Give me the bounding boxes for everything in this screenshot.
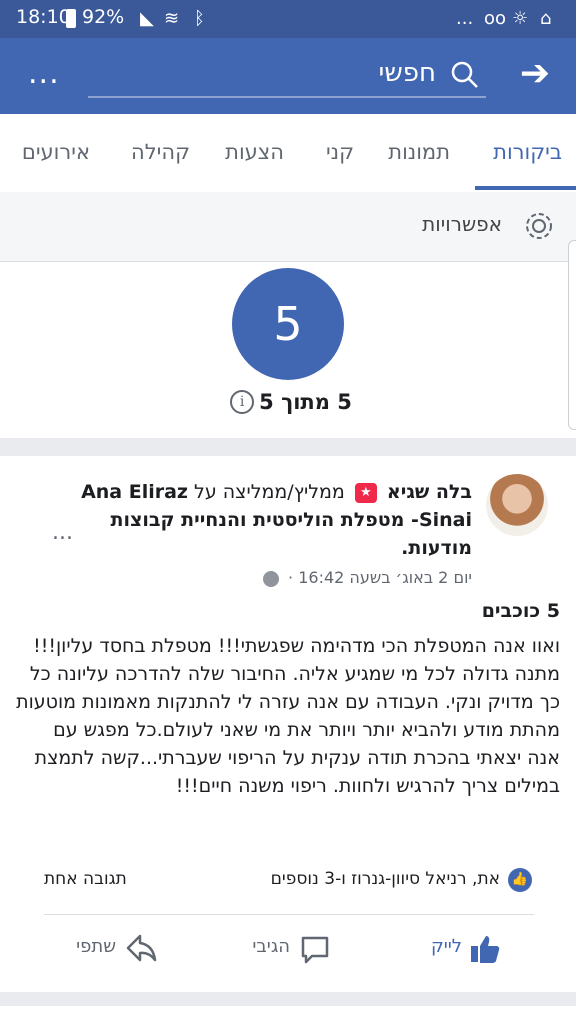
comments-count[interactable]: תגובה אחת [44,869,127,889]
review-text: ואוו אנה המטפלת הכי מדהימה שפגשתי!!! מטפ… [16,635,560,797]
bluetooth-icon: ᛒ [194,8,205,29]
reactions-row[interactable]: 👍 את, רניאל סיוון-גנרוז ו-3 נוספים תגובה… [0,866,576,906]
signal-icon: ◣ [140,8,154,29]
rating-text: 5 מתוך 5 [259,390,352,414]
tab-offers[interactable]: הצעות [225,140,284,164]
status-bar: 18:10 92% ◣ ≋ ᛒ ... oo ☼ ⌂ [0,0,576,38]
back-arrow-icon[interactable]: ➔ [520,56,550,92]
gear-icon [522,209,556,247]
next-post-edge [0,1006,576,1024]
post-timestamp[interactable]: יום 2 באוג׳ בשעה 16:42 · [288,568,472,587]
options-bar[interactable]: אפשרויות [0,192,576,262]
status-time: 18:10 [16,6,71,28]
like-reaction-icon: 👍 [508,868,532,892]
search-icon [450,60,480,94]
like-button[interactable]: לייק [431,936,462,957]
share-button[interactable]: שתפי [76,936,116,957]
more-menu-button[interactable]: ... [28,56,60,91]
comment-icon [298,932,332,970]
avatar[interactable] [486,474,548,536]
rating-circle: 5 [232,268,344,380]
battery-percent: 92% [82,6,125,28]
search-field[interactable]: חפשי [88,56,486,98]
top-bar: ... חפשי ➔ [0,38,576,114]
reactors-text[interactable]: את, רניאל סיוון-גנרוז ו-3 נוספים [271,869,500,889]
tab-shop[interactable]: קני [326,140,354,164]
author-name[interactable]: בלה שגיא [387,481,472,503]
tab-events[interactable]: אירועים [22,140,90,164]
battery-icon [66,9,76,28]
scroll-handle[interactable] [568,240,576,430]
info-icon[interactable]: i [230,390,255,414]
comment-button[interactable]: הגיבי [252,936,290,957]
divider [44,914,534,915]
tab-photos[interactable]: תמונות [388,140,450,164]
rating-summary: 5 i 5 מתוך 5 [0,262,576,438]
tab-community[interactable]: קהילה [131,140,190,164]
weather-icon: ☼ [512,8,529,29]
home-icon: ⌂ [540,8,552,29]
search-input[interactable]: חפשי [379,58,436,88]
post-actions: לייק הגיבי שתפי [0,928,576,978]
globe-icon [262,570,279,587]
post-header: בלה שגיא ★ ממליץ/ממליצה על Ana Eliraz Si… [62,478,472,562]
voicemail-icon: oo [484,8,507,29]
share-icon [124,932,158,970]
active-tab-indicator [475,186,576,190]
wifi-icon: ≋ [164,8,180,29]
like-icon [468,932,502,970]
post-meta: יום 2 באוג׳ בשעה 16:42 · [262,568,472,587]
page-tabs: ביקורות תמונות קני הצעות קהילה אירועים [0,114,576,192]
status-more: ... [456,8,474,29]
stars-label: 5 כוכבים [481,600,560,622]
tab-reviews[interactable]: ביקורות [493,140,562,164]
recommends-text: ממליץ/ממליצה על [194,481,345,503]
review-post: ... בלה שגיא ★ ממליץ/ממליצה על Ana Elira… [0,456,576,992]
recommend-icon: ★ [354,482,377,503]
options-label: אפשרויות [422,212,502,236]
